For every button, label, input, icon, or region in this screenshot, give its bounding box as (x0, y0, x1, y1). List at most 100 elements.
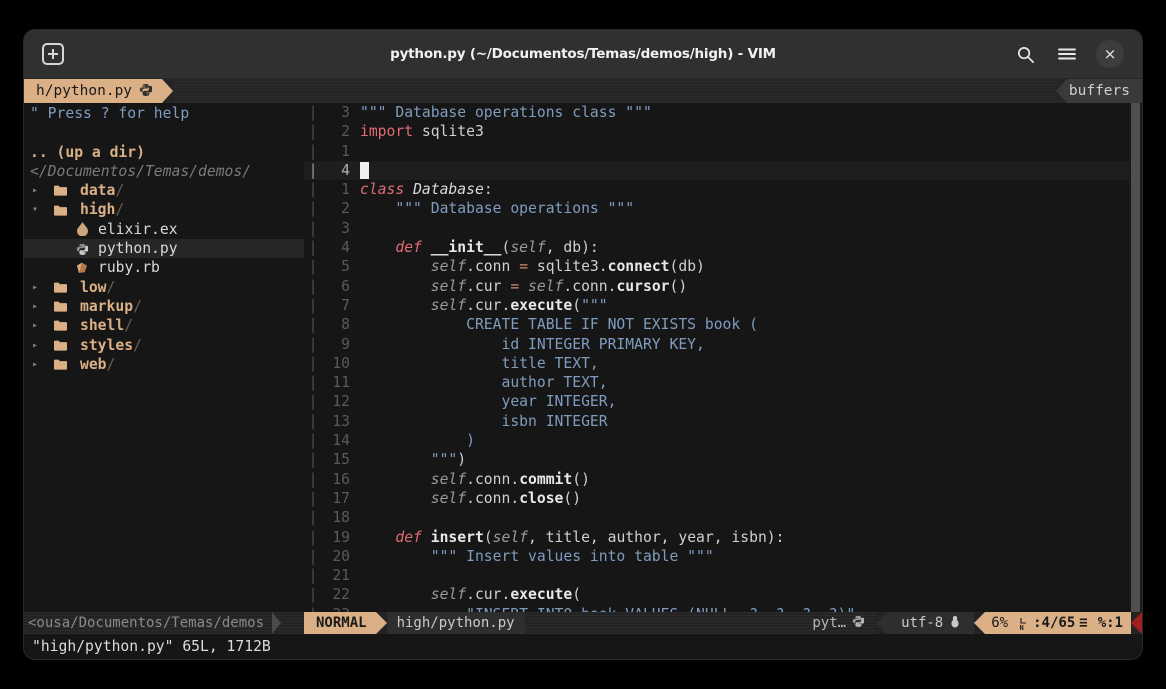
code-line[interactable]: | 10 title TEXT, (304, 354, 1142, 373)
disclosure-triangle-icon[interactable]: ▸ (32, 336, 54, 355)
disclosure-triangle-icon[interactable]: ▾ (32, 200, 54, 219)
code-line[interactable]: | 2 import sqlite3 (304, 122, 1142, 141)
fold-column-marker: | (308, 470, 318, 488)
statusline-encoding-arrow (876, 612, 888, 634)
code-line[interactable]: | 8 CREATE TABLE IF NOT EXISTS book ( (304, 315, 1142, 334)
fold-column-marker: | (308, 161, 318, 179)
code-line[interactable]: | 7 self.cur.execute(""" (304, 296, 1142, 315)
code-line[interactable]: | 1 (304, 142, 1142, 161)
code-line-text: ) (360, 431, 1142, 450)
close-icon[interactable]: × (1096, 40, 1124, 68)
code-line[interactable]: | 9 id INTEGER PRIMARY KEY, (304, 335, 1142, 354)
line-number: 13 (332, 412, 350, 430)
code-token: commit (519, 470, 573, 488)
code-line[interactable]: | 4 (304, 160, 1142, 181)
hamburger-menu-icon[interactable] (1054, 41, 1080, 67)
code-line[interactable]: | 6 self.cur = self.conn.cursor() (304, 277, 1142, 296)
netrw-entry-web[interactable]: ▸ web / (24, 355, 304, 374)
code-line[interactable]: | 19 def insert(self, title, author, year… (304, 528, 1142, 547)
code-line[interactable]: | 12 year INTEGER, (304, 392, 1142, 411)
folder-icon (54, 282, 76, 293)
line-number: 4 (341, 161, 350, 179)
fold-column-marker: | (308, 200, 318, 218)
code-line[interactable]: | 22 self.cur.execute( (304, 585, 1142, 604)
statusline-percent: 6% (991, 615, 1009, 631)
line-number: 2 (341, 123, 350, 141)
netrw-entry-python-py[interactable]: python.py (24, 239, 304, 259)
netrw-entry-data[interactable]: ▸ data / (24, 181, 304, 200)
netrw-entry-shell[interactable]: ▸ shell / (24, 316, 304, 335)
fold-column-marker: | (308, 393, 318, 411)
fold-column-marker: | (308, 509, 318, 527)
code-token: .cur (466, 277, 511, 295)
netrw-entry-markup[interactable]: ▸ markup / (24, 297, 304, 316)
disclosure-triangle-icon[interactable]: ▸ (32, 181, 54, 200)
code-token: """ Database operations """ (360, 200, 635, 218)
code-line-text: self.conn.close() (360, 489, 1142, 508)
line-number: 5 (341, 258, 350, 276)
code-line[interactable]: | 3 (304, 219, 1142, 238)
tab-active-buffer[interactable]: h/python.py (24, 79, 163, 103)
netrw-file-explorer[interactable]: " Press ? for help .. (up a dir) </Docum… (24, 103, 304, 612)
vim-body: " Press ? for help .. (up a dir) </Docum… (24, 103, 1142, 612)
disclosure-triangle-icon[interactable]: ▸ (32, 316, 54, 335)
tab-buffers[interactable]: buffers (1055, 79, 1142, 103)
code-token: .conn (466, 258, 520, 276)
fold-column-marker: | (308, 181, 318, 199)
netrw-entry-low[interactable]: ▸ low / (24, 278, 304, 297)
netrw-entry-label: shell (80, 317, 125, 335)
netrw-entry-styles[interactable]: ▸ styles / (24, 336, 304, 355)
code-token: year INTEGER, (360, 393, 617, 411)
netrw-up-a-dir[interactable]: .. (up a dir) (24, 143, 304, 162)
code-line[interactable]: | 2 """ Database operations """ (304, 199, 1142, 218)
disclosure-triangle-icon[interactable]: ▸ (32, 278, 54, 297)
fold-column-marker: | (308, 277, 318, 295)
code-line-text: self.cur.execute(""" (360, 296, 1142, 315)
code-editor[interactable]: | 3 """ Database operations class """ | 2 imp… (304, 103, 1142, 612)
line-number: 1 (341, 181, 350, 199)
netrw-entry-elixir-ex[interactable]: elixir.ex (24, 220, 304, 239)
code-line[interactable]: | 13 isbn INTEGER (304, 412, 1142, 431)
search-icon[interactable] (1012, 41, 1038, 67)
code-line[interactable]: | 15 """) (304, 450, 1142, 469)
code-line[interactable]: | 4 def __init__(self, db): (304, 238, 1142, 257)
netrw-entry-slash: / (115, 201, 125, 219)
code-line[interactable]: | 3 """ Database operations class """ (304, 103, 1142, 122)
new-tab-icon[interactable] (42, 43, 64, 65)
code-line[interactable]: | 17 self.conn.close() (304, 489, 1142, 508)
code-line[interactable]: | 1 class Database: (304, 180, 1142, 199)
code-token: self (430, 489, 467, 507)
editor-scrollbar-thumb[interactable] (1131, 103, 1140, 612)
code-line[interactable]: | 18 (304, 508, 1142, 527)
disclosure-triangle-icon[interactable]: ▸ (32, 355, 54, 374)
statusline-netrw-path: <ousa/Documentos/Temas/demos (24, 612, 304, 634)
python-logo-icon (139, 83, 153, 100)
code-line[interactable]: | 16 self.conn.commit() (304, 470, 1142, 489)
netrw-entry-slash: / (106, 278, 116, 296)
code-token: , db): (545, 239, 599, 257)
netrw-entry-ruby-rb[interactable]: ruby.rb (24, 258, 304, 277)
fold-column-marker: | (308, 296, 318, 314)
tabline-filler (173, 79, 1056, 103)
editor-scrollbar[interactable] (1129, 103, 1142, 612)
code-token: self (430, 258, 467, 276)
code-line[interactable]: | 21 (304, 566, 1142, 585)
code-line[interactable]: | 5 self.conn = sqlite3.connect(db) (304, 257, 1142, 276)
code-line[interactable]: | 20 """ Insert values into table """ (304, 547, 1142, 566)
vim-cmdline[interactable]: "high/python.py" 65L, 1712B (24, 634, 1142, 659)
netrw-entry-high[interactable]: ▾ high / (24, 200, 304, 219)
statusline-column-position: %:1 (1097, 615, 1123, 631)
line-number: 3 (341, 219, 350, 237)
code-line[interactable]: | 14 ) (304, 431, 1142, 450)
disclosure-triangle-icon[interactable]: ▸ (32, 297, 54, 316)
desktop-background: python.py (~/Documentos/Temas/demos/high… (0, 0, 1166, 689)
code-line[interactable]: |23 "INSERT INTO book VALUES (NULL, ?, ?… (304, 605, 1142, 612)
code-line-text: """ Database operations """ (360, 199, 1142, 218)
line-number: 2 (341, 200, 350, 218)
code-line-text: def __init__(self, db): (360, 238, 1142, 257)
code-line[interactable]: | 11 author TEXT, (304, 373, 1142, 392)
